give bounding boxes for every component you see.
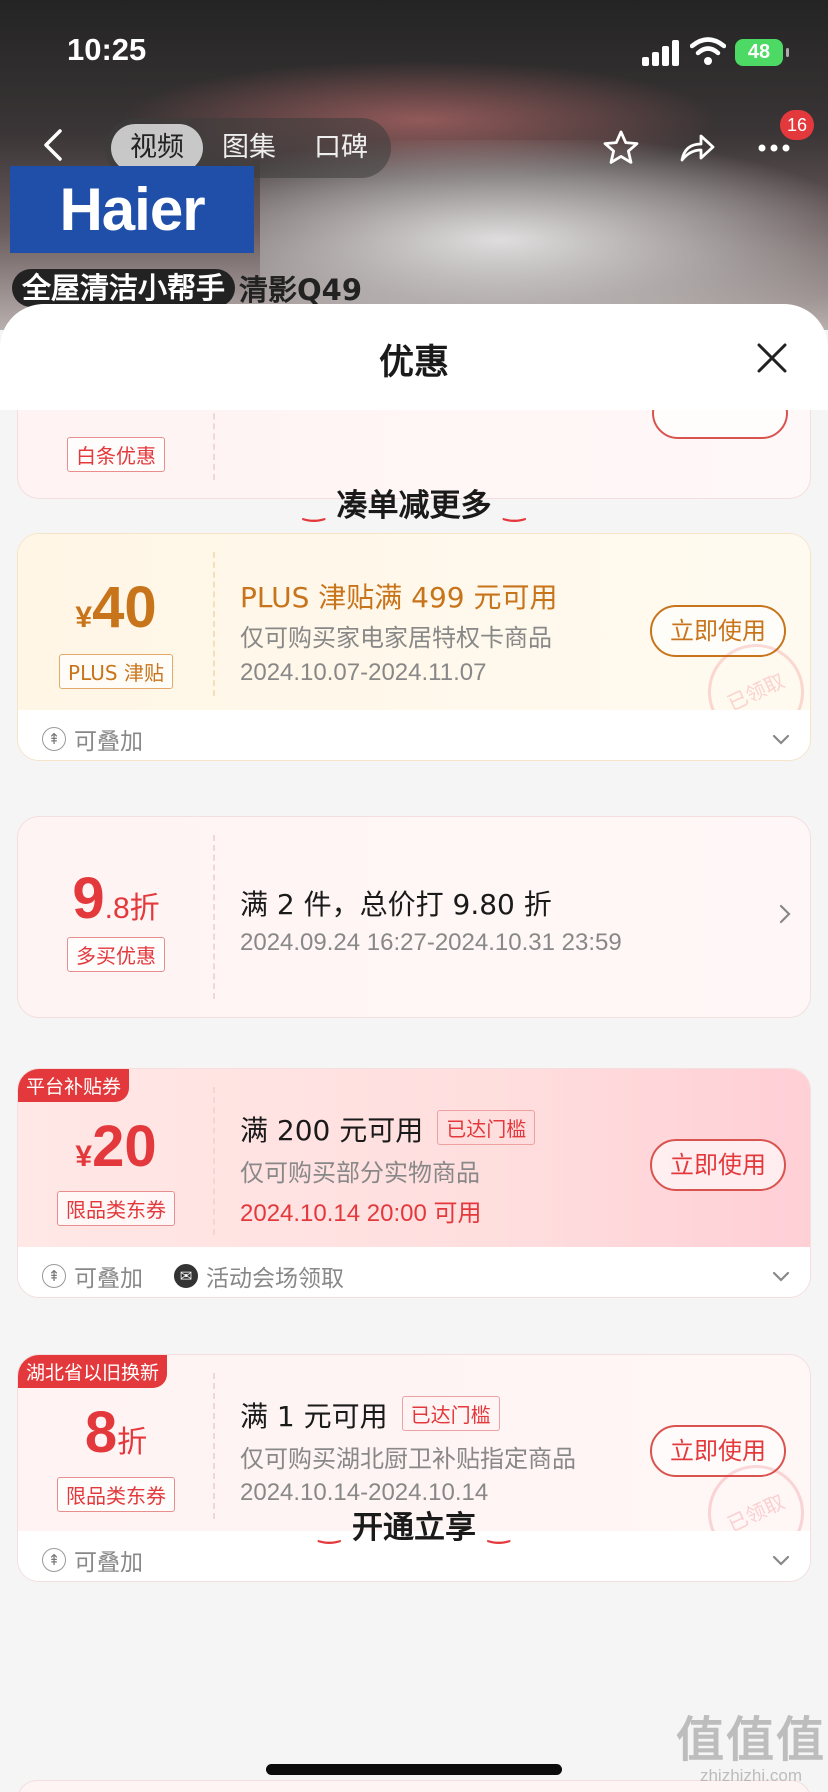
coupon-type-tag: 多买优惠 <box>67 937 165 972</box>
coupon-amount: ¥40 <box>18 574 214 641</box>
coupon-card-multibuy[interactable]: 9.8折 多买优惠 满 2 件，总价打 9.80 折 2024.09.24 16… <box>17 816 811 1018</box>
smile-deco-icon: ‿ <box>488 1515 510 1545</box>
product-caption: 全屋清洁小帮手 清影Q49 <box>12 268 362 308</box>
stackable-label: ⇞ 可叠加 <box>42 1259 143 1293</box>
stackable-label: ⇞ 可叠加 <box>42 1543 143 1577</box>
coupon-date: 2024.09.24 16:27-2024.10.31 23:59 <box>240 929 622 956</box>
section-open-label: 开通立享 <box>352 1510 476 1546</box>
smile-deco-icon: ‿ <box>318 1515 340 1545</box>
product-slogan: 全屋清洁小帮手 <box>12 269 236 307</box>
amount-unit: 折 <box>129 892 160 925</box>
wifi-icon <box>690 37 726 65</box>
notification-badge: 16 <box>780 110 814 140</box>
stackable-text: 可叠加 <box>74 1550 143 1576</box>
stackable-text: 可叠加 <box>74 729 143 755</box>
coupon-title: PLUS 津贴满 499 元可用 <box>240 581 558 614</box>
site-watermark: 值值值 zhizhizhi.com <box>676 1700 826 1786</box>
coupon-date: 2024.10.07-2024.11.07 <box>240 659 487 686</box>
smile-deco-icon: ‿ <box>302 493 325 523</box>
coupon-card-platform-subsidy[interactable]: 平台补贴券 ¥20 限品类东券 满 200 元可用 已达门槛 仅可购买部分实物商品… <box>17 1068 811 1298</box>
back-arrow-icon[interactable] <box>38 128 72 162</box>
sheet-header: 优惠 <box>0 304 828 410</box>
coupon-card-plus[interactable]: ¥40 PLUS 津贴 PLUS 津贴满 499 元可用 仅可购买家电家居特权卡… <box>17 533 811 761</box>
section-more-discounts-title: ‿ 凑单减更多 ‿ <box>0 480 828 525</box>
coupon-title-row: 满 200 元可用 已达门槛 <box>240 1109 536 1149</box>
coupon-footer: ⇞ 可叠加 <box>18 710 810 760</box>
star-icon[interactable] <box>601 128 641 168</box>
amount-unit: 折 <box>117 1426 148 1459</box>
baitiao-tag: 白条优惠 <box>67 437 165 472</box>
tab-reviews[interactable]: 口碑 <box>295 118 387 178</box>
stackable-text: 可叠加 <box>74 1266 143 1292</box>
venue-label: ✉ 活动会场领取 <box>174 1259 344 1293</box>
discount-sheet: 优惠 白条优惠 ‿ 凑单减更多 ‿ ¥40 PLUS 津贴 PLUS 津贴满 499… <box>0 304 828 1792</box>
coupon-title: 满 2 件，总价打 9.80 折 <box>240 888 552 921</box>
product-model: 清影Q49 <box>239 273 363 307</box>
smile-deco-icon: ‿ <box>503 493 526 523</box>
home-indicator <box>266 1764 562 1775</box>
chevron-right-icon[interactable] <box>774 903 796 925</box>
coupon-amount: 8折 <box>18 1399 214 1466</box>
chevron-down-icon[interactable] <box>770 1549 792 1571</box>
tab-video[interactable]: 视频 <box>111 124 203 172</box>
watermark-logo: 值值值 <box>676 1712 827 1768</box>
coupon-footer: ⇞ 可叠加 ✉ 活动会场领取 <box>18 1247 810 1297</box>
battery-level: 48 <box>747 41 771 63</box>
share-icon[interactable] <box>677 128 717 168</box>
section-more-label: 凑单减更多 <box>336 488 492 524</box>
amount-value: 40 <box>92 575 157 640</box>
section-open-title: ‿ 开通立享 ‿ <box>0 1502 828 1547</box>
amount-value: 9 <box>72 866 105 931</box>
status-bar: 10:25 48 <box>0 0 828 100</box>
coupon-title: 满 1 元可用 <box>240 1400 388 1433</box>
status-time: 10:25 <box>67 32 147 67</box>
chevron-down-icon[interactable] <box>770 1265 792 1287</box>
threshold-met-tag: 已达门槛 <box>401 1396 500 1431</box>
coupon-corner-tag: 湖北省以旧换新 <box>18 1355 168 1388</box>
coupon-desc: 仅可购买湖北厨卫补贴指定商品 <box>240 1445 576 1473</box>
chevron-down-icon[interactable] <box>770 728 792 750</box>
coupon-corner-tag: 平台补贴券 <box>18 1069 130 1102</box>
coupon-type-tag: 限品类东券 <box>57 1191 175 1226</box>
brand-logo: Haier <box>10 166 254 253</box>
amount-decimal: .8 <box>104 892 130 925</box>
use-now-button[interactable]: 立即使用 <box>650 1139 786 1191</box>
currency-symbol: ¥ <box>75 601 93 634</box>
coupon-amount: ¥20 <box>18 1113 214 1180</box>
battery-icon: 48 <box>735 39 789 66</box>
coupon-title-row: 满 1 元可用 已达门槛 <box>240 1395 500 1435</box>
stackable-label: ⇞ 可叠加 <box>42 722 143 756</box>
coupon-amount: 9.8折 <box>18 865 214 932</box>
coupon-desc: 仅可购买家电家居特权卡商品 <box>240 624 552 652</box>
sheet-title: 优惠 <box>378 343 449 383</box>
amount-value: 20 <box>92 1114 157 1179</box>
threshold-met-tag: 已达门槛 <box>437 1110 536 1145</box>
coupon-card-hubei-tradein[interactable]: 湖北省以旧换新 8折 限品类东券 满 1 元可用 已达门槛 仅可购买湖北厨卫补贴指… <box>17 1354 811 1582</box>
stack-icon: ⇞ <box>42 1264 66 1288</box>
amount-value: 8 <box>84 1400 118 1465</box>
coupon-type-tag: PLUS 津贴 <box>59 654 173 689</box>
signal-icon <box>642 40 680 66</box>
coupon-desc: 仅可购买部分实物商品 <box>240 1159 480 1187</box>
stack-icon: ⇞ <box>42 1548 66 1572</box>
coupon-date: 2024.10.14 20:00 可用 <box>240 1200 482 1227</box>
stack-icon: ⇞ <box>42 727 66 751</box>
venue-text: 活动会场领取 <box>206 1266 344 1292</box>
coupon-title: 满 200 元可用 <box>240 1114 424 1147</box>
currency-symbol: ¥ <box>75 1140 93 1173</box>
ticket-icon: ✉ <box>174 1264 198 1288</box>
close-icon[interactable] <box>754 340 790 376</box>
